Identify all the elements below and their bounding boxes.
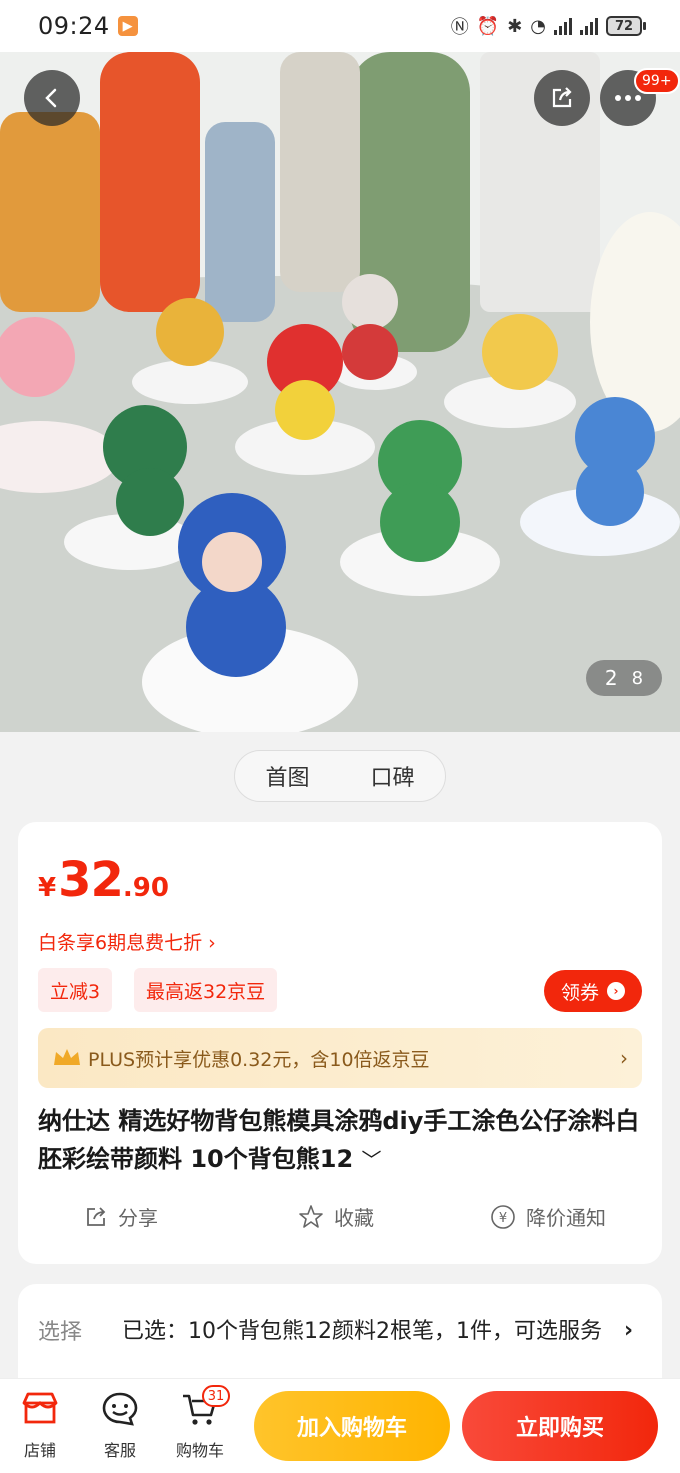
back-icon: [45, 88, 57, 108]
share-icon: [552, 87, 572, 108]
nfc-icon: Ⓝ: [450, 17, 469, 38]
service-label: 客服: [103, 1441, 136, 1460]
message-badge: 99+: [634, 68, 680, 94]
status-bar: 09:24 ▶ Ⓝ ⏰ ✱ ◔ 72: [0, 0, 680, 52]
media-app-icon: ▶: [117, 16, 138, 36]
coupon-label: 领券: [560, 981, 599, 1004]
shop-icon: [22, 1392, 58, 1424]
service-icon: [102, 1392, 138, 1426]
wifi-icon: ◔: [530, 15, 546, 37]
price-alert-label: 降价通知: [526, 1206, 606, 1230]
star-icon: [299, 1204, 323, 1228]
more-icon: [615, 95, 641, 101]
price-integer: 32: [58, 852, 124, 908]
product-price: ¥ 32 .90: [38, 852, 169, 908]
back-button[interactable]: [24, 70, 80, 126]
favorite-action-label: 收藏: [334, 1206, 374, 1230]
status-icons: Ⓝ ⏰ ✱ ◔ 72: [451, 13, 646, 39]
bluetooth-icon: ✱: [507, 15, 523, 37]
image-counter-current: 2: [604, 666, 618, 690]
plus-offer-bar[interactable]: PLUS预计享优惠0.32元，含10倍返京豆 ›: [38, 1028, 642, 1088]
alarm-icon: ⏰: [476, 15, 500, 37]
product-info-card: ¥ 32 .90 白条享6期息费七折 › 立减3 最高返32京豆 领券 › PL…: [18, 822, 662, 1264]
expand-chevron-icon[interactable]: ﹀: [362, 1148, 382, 1172]
buy-now-button[interactable]: 立即购买: [462, 1391, 658, 1461]
selection-value: 已选：10个背包熊12颜料2根笔，1件，可选服务: [122, 1319, 602, 1344]
chevron-right-icon: ›: [624, 1318, 634, 1343]
get-coupon-button[interactable]: 领券 ›: [544, 970, 642, 1012]
signal-icon: [554, 17, 572, 35]
status-time: 09:24: [38, 12, 110, 40]
media-tabs: 首图 口碑: [234, 750, 446, 802]
product-image[interactable]: 99+ 2 8: [0, 52, 680, 732]
share-action[interactable]: 分享: [84, 1202, 158, 1231]
share-action-icon: [87, 1206, 106, 1226]
add-to-cart-button[interactable]: 加入购物车: [254, 1391, 450, 1461]
battery-level: 72: [606, 16, 642, 36]
plus-offer-text: PLUS预计享优惠0.32元，含10倍返京豆: [88, 1048, 430, 1071]
shop-button[interactable]: 店铺: [8, 1391, 72, 1461]
cart-label: 购物车: [175, 1441, 224, 1460]
favorite-action[interactable]: 收藏: [298, 1202, 374, 1231]
share-button[interactable]: [534, 70, 590, 126]
price-currency: ¥: [38, 873, 57, 903]
product-title-text: 纳仕达 精选好物背包熊模具涂鸦diy手工涂色公仔涂料白胚彩绘带颜料 10个背包熊…: [38, 1107, 640, 1173]
product-photo: [0, 52, 680, 732]
chevron-right-icon: ›: [620, 1046, 628, 1070]
price-decimal: .90: [122, 873, 169, 903]
crown-icon: [54, 1049, 80, 1065]
cart-button[interactable]: 31 购物车: [168, 1385, 232, 1461]
promo-tag-jingdou[interactable]: 最高返32京豆: [134, 968, 278, 1012]
image-counter-total: 8: [631, 667, 644, 689]
bottom-action-bar: 店铺 客服 31 购物车 加入购物车 立即购买: [0, 1378, 680, 1473]
signal-icon-2: [580, 17, 598, 35]
share-action-label: 分享: [118, 1206, 158, 1230]
yen-circle-icon: ¥: [491, 1204, 515, 1229]
product-title[interactable]: 纳仕达 精选好物背包熊模具涂鸦diy手工涂色公仔涂料白胚彩绘带颜料 10个背包熊…: [38, 1102, 648, 1179]
tab-main-image[interactable]: 首图: [265, 760, 309, 792]
battery-icon: 72: [606, 16, 646, 36]
selection-label: 选择: [38, 1320, 83, 1345]
cart-count-badge: 31: [202, 1385, 230, 1407]
customer-service-button[interactable]: 客服: [88, 1391, 152, 1461]
chevron-right-icon: ›: [607, 982, 625, 1000]
shop-label: 店铺: [23, 1441, 56, 1460]
promo-tag-discount[interactable]: 立减3: [38, 968, 113, 1012]
baitiao-offer[interactable]: 白条享6期息费七折 ›: [38, 928, 216, 955]
tab-reviews[interactable]: 口碑: [370, 760, 414, 792]
svg-text:¥: ¥: [499, 1211, 507, 1226]
image-counter: 2 8: [586, 660, 662, 696]
price-alert-action[interactable]: ¥ 降价通知: [490, 1202, 606, 1231]
